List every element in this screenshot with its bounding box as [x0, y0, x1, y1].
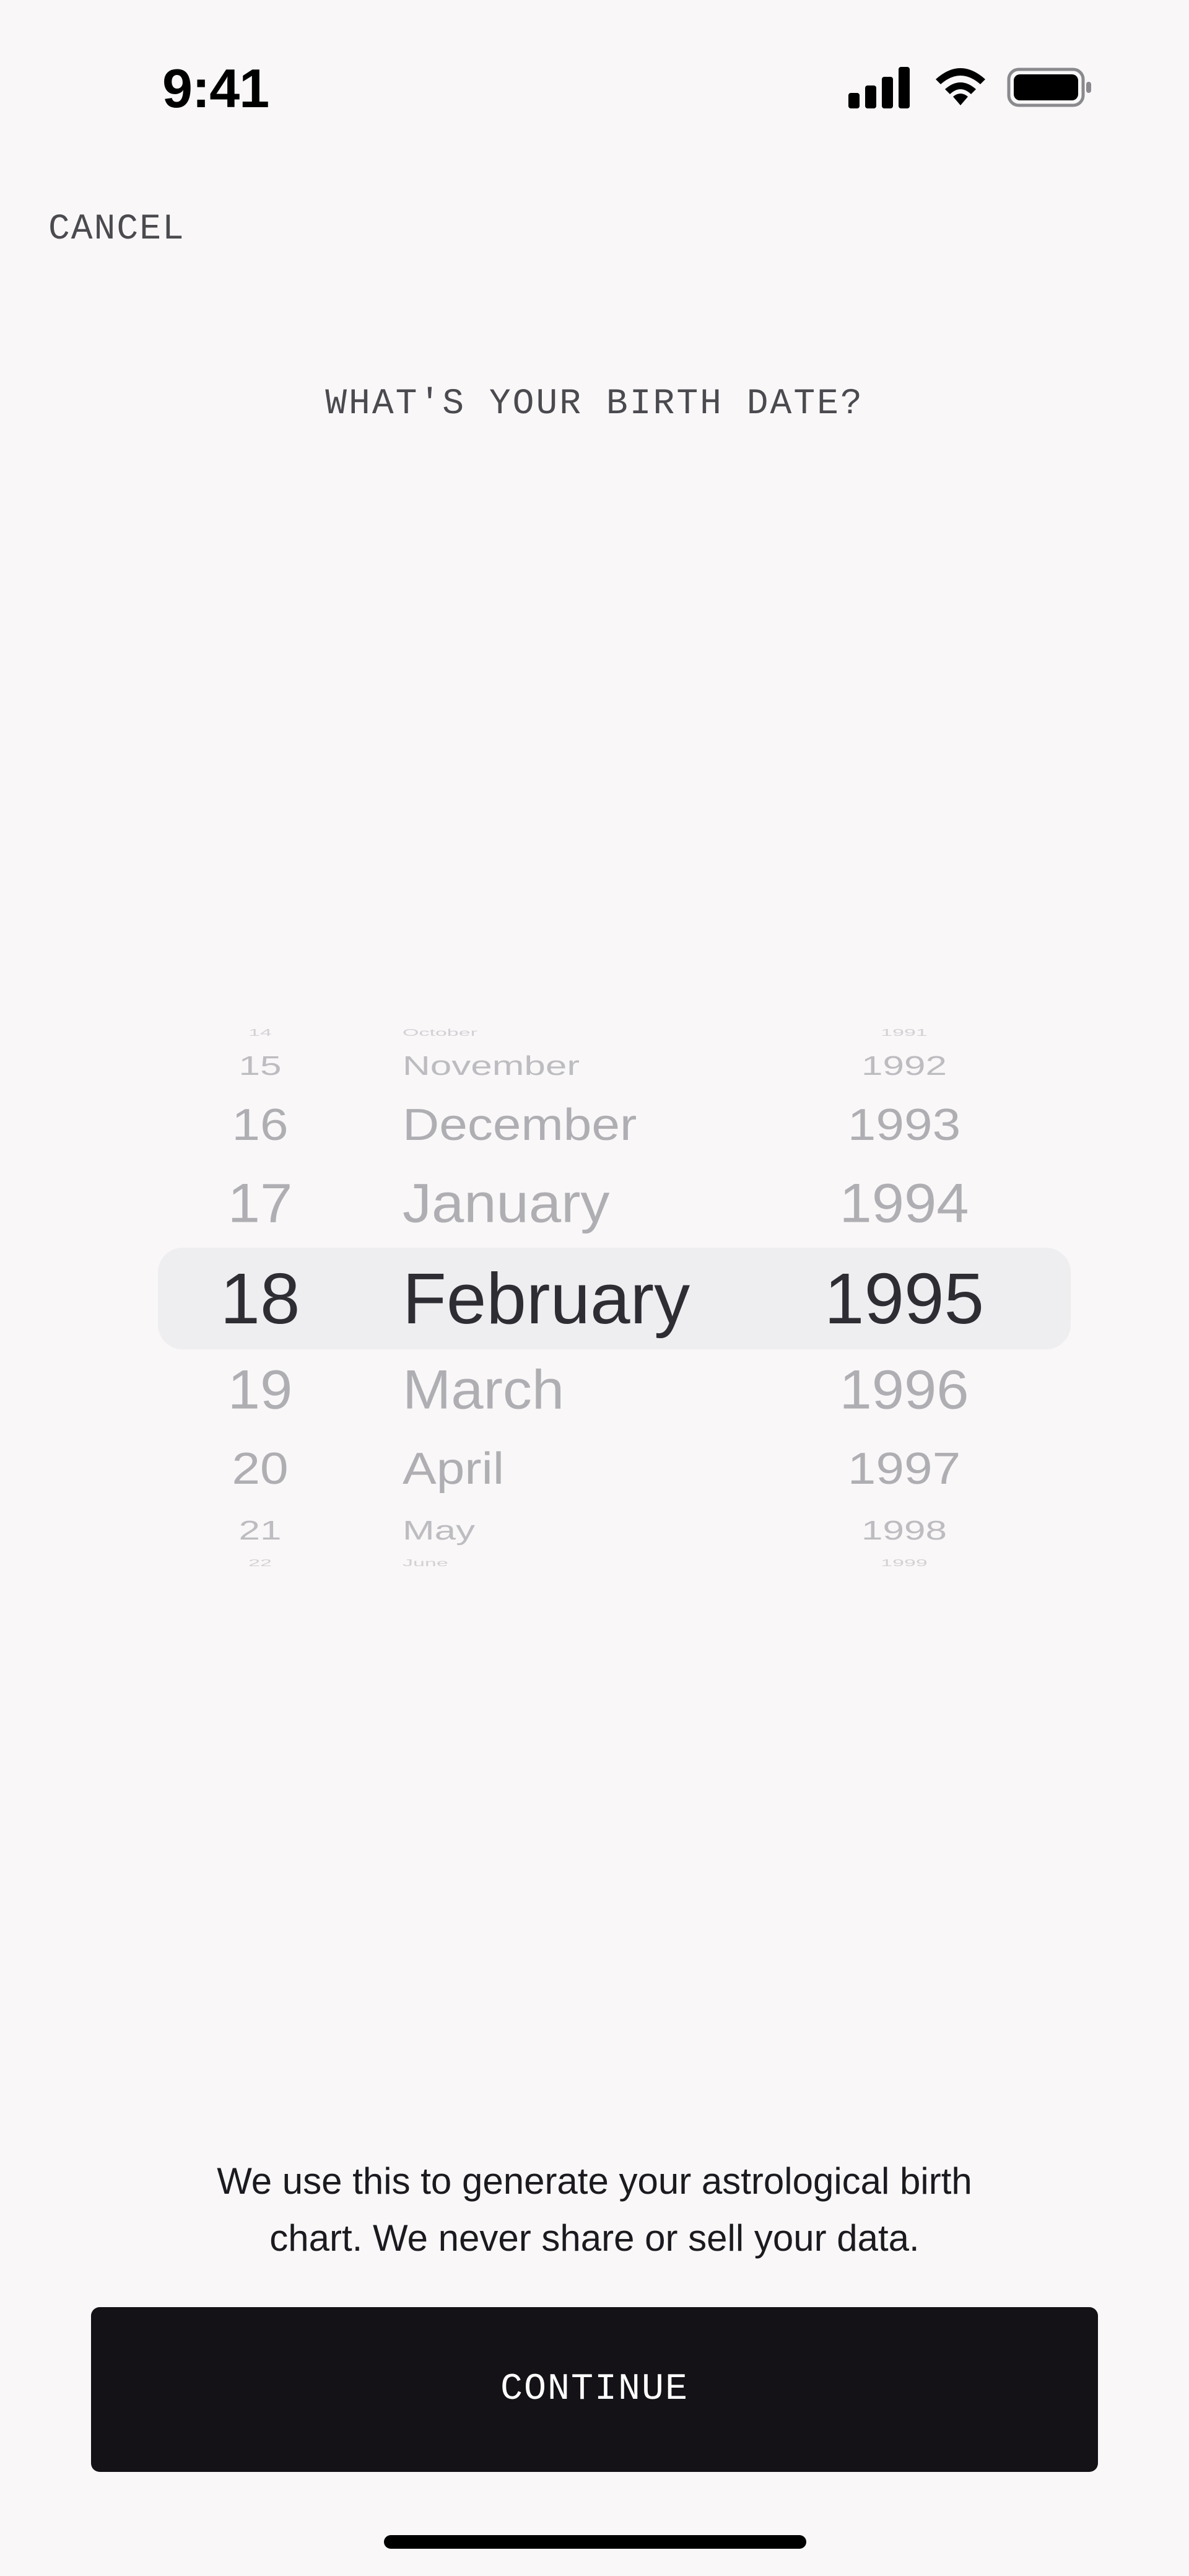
picker-option[interactable]: 22: [186, 1558, 334, 1567]
picker-option[interactable]: 1994: [793, 1175, 1016, 1230]
page-title: WHAT'S YOUR BIRTH DATE?: [325, 384, 864, 424]
picker-option[interactable]: 1997: [793, 1446, 1016, 1491]
picker-option[interactable]: June: [359, 1558, 743, 1567]
picker-option[interactable]: November: [359, 1053, 743, 1079]
home-indicator: [384, 2535, 806, 2549]
picker-option[interactable]: 14: [186, 1028, 334, 1037]
privacy-note-line-2: chart. We never share or sell your data.: [269, 2217, 920, 2259]
picker-option[interactable]: 1998: [793, 1517, 1016, 1544]
picker-option[interactable]: 17: [186, 1175, 334, 1230]
cancel-button[interactable]: CANCEL: [48, 209, 185, 250]
picker-option[interactable]: 15: [186, 1053, 334, 1079]
selected-year[interactable]: 1995: [793, 1263, 1016, 1334]
date-picker[interactable]: 14 15 16 17 18 19 20 21 22 October Novem…: [0, 1016, 1189, 1574]
day-wheel[interactable]: 14 15 16 17 18 19 20 21 22: [186, 1016, 334, 1574]
picker-option[interactable]: April: [359, 1446, 743, 1491]
selected-month[interactable]: February: [359, 1263, 743, 1334]
picker-option[interactable]: 1992: [793, 1053, 1016, 1079]
privacy-note: We use this to generate your astrologica…: [0, 2153, 1189, 2267]
picker-option[interactable]: 16: [186, 1102, 334, 1147]
picker-option[interactable]: 19: [186, 1362, 334, 1417]
selected-day[interactable]: 18: [186, 1263, 334, 1334]
month-wheel[interactable]: October November December January Februa…: [359, 1016, 743, 1574]
picker-option[interactable]: 1993: [793, 1102, 1016, 1147]
battery-icon: [1007, 68, 1091, 107]
picker-option[interactable]: May: [359, 1517, 743, 1544]
wifi-icon: [936, 68, 985, 105]
cellular-signal-icon: [848, 67, 910, 108]
year-wheel[interactable]: 1991 1992 1993 1994 1995 1996 1997 1998 …: [793, 1016, 1016, 1574]
continue-button[interactable]: CONTINUE: [91, 2307, 1098, 2472]
picker-option[interactable]: December: [359, 1102, 743, 1147]
picker-option[interactable]: 1991: [793, 1028, 1016, 1037]
picker-option[interactable]: 21: [186, 1517, 334, 1544]
picker-option[interactable]: 1999: [793, 1558, 1016, 1567]
picker-option[interactable]: 20: [186, 1446, 334, 1491]
picker-option[interactable]: January: [359, 1175, 743, 1230]
picker-option[interactable]: October: [359, 1028, 743, 1037]
picker-option[interactable]: 1996: [793, 1362, 1016, 1417]
privacy-note-line-1: We use this to generate your astrologica…: [217, 2160, 972, 2202]
status-time: 9:41: [162, 58, 269, 119]
picker-option[interactable]: March: [359, 1362, 743, 1417]
